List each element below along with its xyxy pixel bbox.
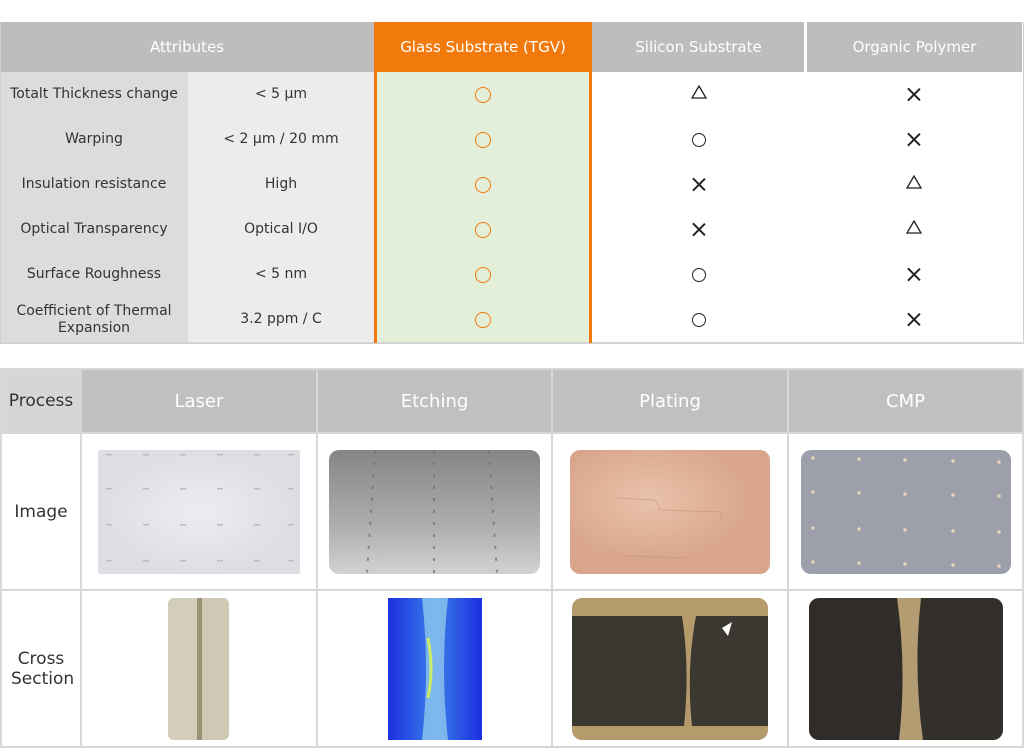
value-cell: < 5 nm bbox=[188, 252, 374, 297]
silicon-rating-cell bbox=[592, 252, 805, 297]
value-label: < 5 μm bbox=[254, 86, 308, 102]
attribute-label: Optical Transparency bbox=[20, 221, 168, 237]
triangle-icon bbox=[905, 219, 922, 239]
value-label: 3.2 ppm / C bbox=[240, 311, 322, 327]
comparison-row: Coefficient of Thermal Expansion 3.2 ppm … bbox=[0, 297, 1022, 343]
row-label-image: Image bbox=[2, 434, 80, 589]
plating-cross-section-image bbox=[572, 598, 768, 740]
circle-icon bbox=[475, 221, 491, 238]
glass-rating-cell bbox=[374, 207, 592, 252]
organic-rating-cell bbox=[805, 72, 1022, 117]
comparison-row: Totalt Thickness change < 5 μm bbox=[0, 72, 1022, 118]
cell-etching-image bbox=[318, 434, 551, 589]
cmp-surface-image bbox=[801, 450, 1011, 574]
circle-icon bbox=[691, 267, 706, 282]
cross-icon bbox=[906, 132, 921, 147]
comparison-row: Insulation resistance High bbox=[0, 162, 1022, 208]
comparison-rows: Totalt Thickness change < 5 μm Warping < 2 … bbox=[0, 72, 1024, 344]
glass-rating-cell bbox=[374, 252, 592, 297]
attribute-label: Totalt Thickness change bbox=[10, 86, 178, 102]
header-plating: Plating bbox=[553, 370, 787, 432]
cross-icon bbox=[691, 177, 706, 192]
silicon-rating-cell bbox=[592, 207, 805, 252]
comparison-row: Warping < 2 μm / 20 mm bbox=[0, 117, 1022, 163]
cross-icon bbox=[906, 267, 921, 282]
circle-icon bbox=[475, 86, 491, 103]
row-label-cross-section: Cross Section bbox=[2, 591, 80, 746]
laser-surface-image bbox=[98, 450, 300, 574]
silicon-rating-cell bbox=[592, 72, 805, 117]
glass-rating-cell bbox=[374, 117, 592, 162]
attribute-cell: Totalt Thickness change bbox=[0, 72, 188, 117]
cell-cmp-image bbox=[789, 434, 1022, 589]
value-cell: Optical I/O bbox=[188, 207, 374, 252]
comparison-row: Optical Transparency Optical I/O bbox=[0, 207, 1022, 253]
circle-icon bbox=[691, 312, 706, 327]
cross-icon bbox=[906, 312, 921, 327]
silicon-rating-cell bbox=[592, 297, 805, 342]
organic-rating-cell bbox=[805, 207, 1022, 252]
attribute-cell: Surface Roughness bbox=[0, 252, 188, 297]
attribute-label: Coefficient of Thermal Expansion bbox=[16, 302, 172, 336]
header-glass-substrate: Glass Substrate (TGV) bbox=[374, 22, 592, 72]
attribute-cell: Insulation resistance bbox=[0, 162, 188, 207]
plating-surface-image bbox=[570, 450, 770, 574]
cross-icon bbox=[691, 222, 706, 237]
cell-etching-cross-section bbox=[318, 591, 551, 746]
organic-rating-cell bbox=[805, 252, 1022, 297]
circle-icon bbox=[691, 132, 706, 147]
circle-icon bbox=[475, 311, 491, 328]
process-table: Process Laser Etching Plating CMP Image bbox=[0, 368, 1024, 748]
glass-rating-cell bbox=[374, 297, 592, 342]
value-label: Optical I/O bbox=[244, 221, 318, 237]
laser-cross-section-image bbox=[168, 598, 229, 740]
attribute-cell: Optical Transparency bbox=[0, 207, 188, 252]
etching-surface-image bbox=[329, 450, 540, 574]
cmp-cross-section-image bbox=[809, 598, 1003, 740]
header-silicon-substrate: Silicon Substrate bbox=[592, 22, 805, 72]
triangle-icon bbox=[905, 174, 922, 194]
value-cell: < 5 μm bbox=[188, 72, 374, 117]
header-organic-polymer: Organic Polymer bbox=[807, 22, 1022, 72]
etching-cross-section-image bbox=[388, 598, 482, 740]
header-cmp: CMP bbox=[789, 370, 1022, 432]
attribute-cell: Warping bbox=[0, 117, 188, 162]
value-label: High bbox=[264, 176, 298, 192]
attribute-label: Insulation resistance bbox=[21, 176, 167, 192]
silicon-rating-cell bbox=[592, 162, 805, 207]
value-label: < 5 nm bbox=[254, 266, 308, 282]
cell-cmp-cross-section bbox=[789, 591, 1022, 746]
circle-icon bbox=[475, 176, 491, 193]
header-attributes: Attributes bbox=[0, 22, 374, 72]
glass-rating-cell bbox=[374, 72, 592, 117]
cell-laser-cross-section bbox=[82, 591, 316, 746]
cell-laser-image bbox=[82, 434, 316, 589]
glass-rating-cell bbox=[374, 162, 592, 207]
attribute-label: Warping bbox=[65, 131, 123, 147]
value-cell: High bbox=[188, 162, 374, 207]
circle-icon bbox=[475, 266, 491, 283]
organic-rating-cell bbox=[805, 297, 1022, 342]
organic-rating-cell bbox=[805, 117, 1022, 162]
attribute-cell: Coefficient of Thermal Expansion bbox=[0, 297, 188, 342]
comparison-row: Surface Roughness < 5 nm bbox=[0, 252, 1022, 298]
substrate-comparison-table: Attributes Glass Substrate (TGV) Silicon… bbox=[0, 22, 1024, 344]
header-etching: Etching bbox=[318, 370, 551, 432]
circle-icon bbox=[475, 131, 491, 148]
attribute-label: Surface Roughness bbox=[26, 266, 162, 282]
cross-icon bbox=[906, 87, 921, 102]
header-process: Process bbox=[2, 370, 80, 432]
triangle-icon bbox=[690, 84, 707, 104]
value-label: < 2 μm / 20 mm bbox=[223, 131, 339, 147]
organic-rating-cell bbox=[805, 162, 1022, 207]
header-laser: Laser bbox=[82, 370, 316, 432]
value-cell: < 2 μm / 20 mm bbox=[188, 117, 374, 162]
silicon-rating-cell bbox=[592, 117, 805, 162]
value-cell: 3.2 ppm / C bbox=[188, 297, 374, 342]
cell-plating-cross-section bbox=[553, 591, 787, 746]
cell-plating-image bbox=[553, 434, 787, 589]
